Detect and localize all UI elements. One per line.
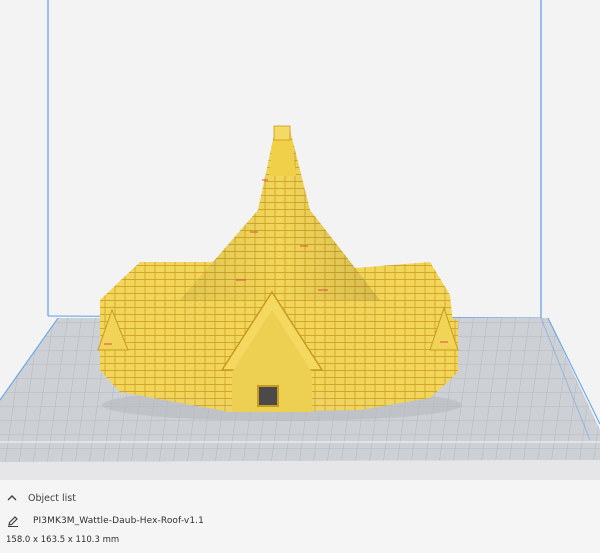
chevron-up-icon[interactable] [6,492,18,504]
pencil-icon[interactable] [7,515,19,527]
3d-viewport[interactable] [0,0,600,480]
object-list-item[interactable]: PI3MK3M_Wattle-Daub-Hex-Roof-v1.1 [7,513,204,529]
object-list-title: Object list [28,492,76,504]
object-name: PI3MK3M_Wattle-Daub-Hex-Roof-v1.1 [33,516,204,526]
object-list-panel: Object list PI3MK3M_Wattle-Daub-Hex-Roof… [0,480,600,553]
scene [0,0,600,480]
model-hex-roof[interactable] [97,125,459,412]
object-list-header[interactable]: Object list [6,490,76,506]
gable-window [257,385,279,407]
object-dimensions: 158.0 x 163.5 x 110.3 mm [6,535,120,545]
